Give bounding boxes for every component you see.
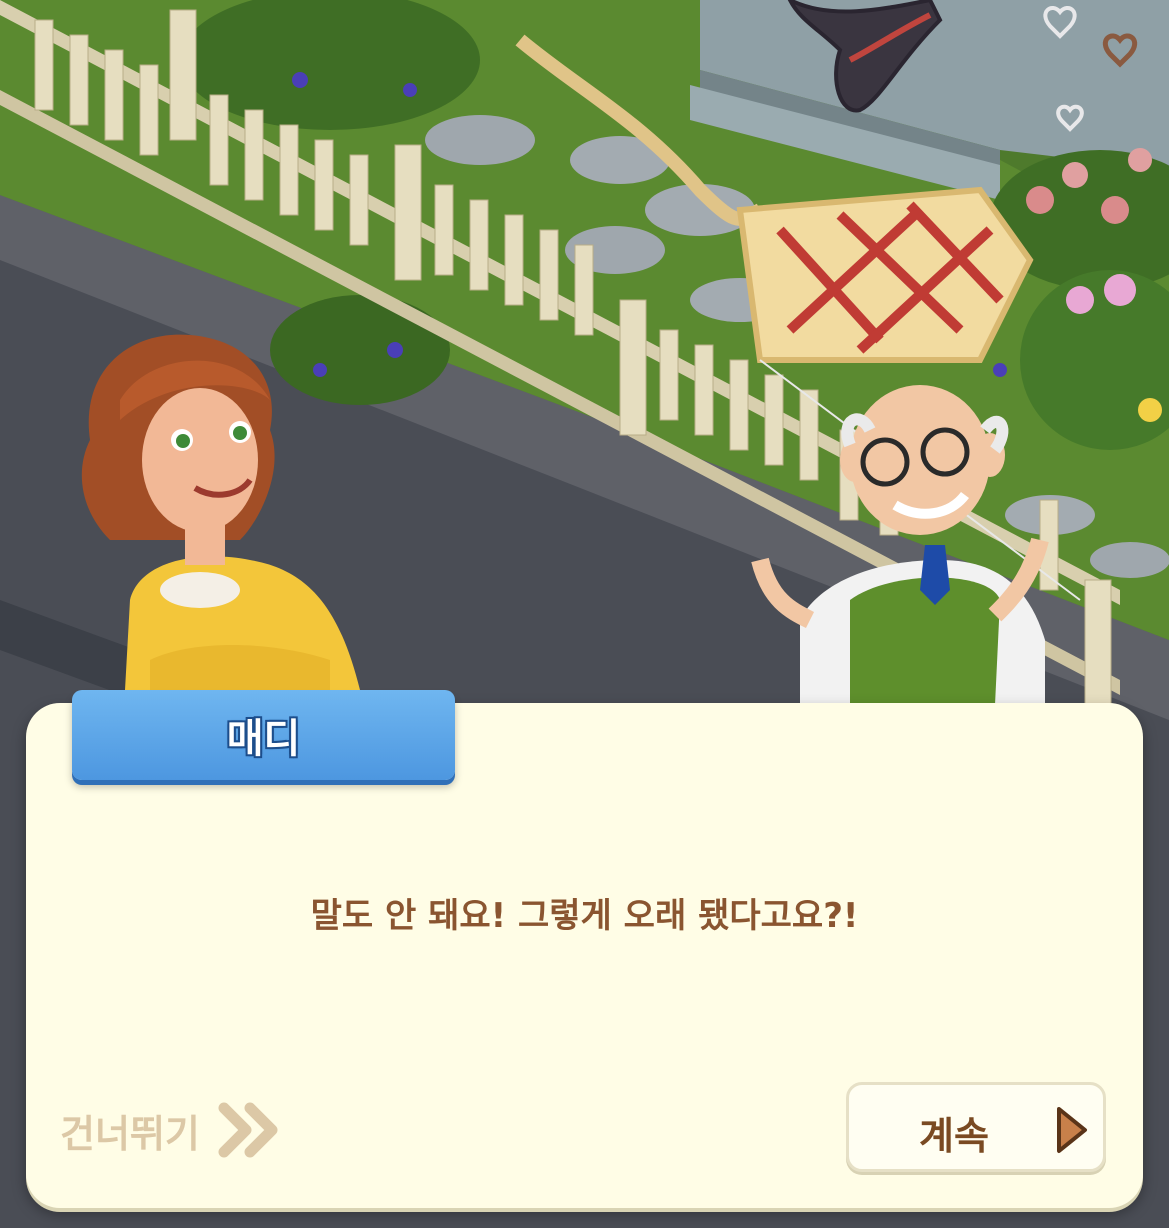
dialog-text: 말도 안 돼요! 그렇게 오래 됐다고요?! <box>310 896 859 936</box>
speaker-nameplate: 매디 <box>72 690 455 780</box>
speaker-name: 매디 <box>226 716 301 762</box>
skip-button[interactable]: 건너뛰기 <box>60 1100 280 1160</box>
continue-button[interactable]: 계속 <box>846 1082 1106 1172</box>
play-triangle-icon <box>1057 1107 1087 1153</box>
skip-label: 건너뛰기 <box>60 1111 200 1156</box>
double-chevron-right-icon <box>218 1102 278 1158</box>
continue-label: 계속 <box>919 1114 989 1158</box>
